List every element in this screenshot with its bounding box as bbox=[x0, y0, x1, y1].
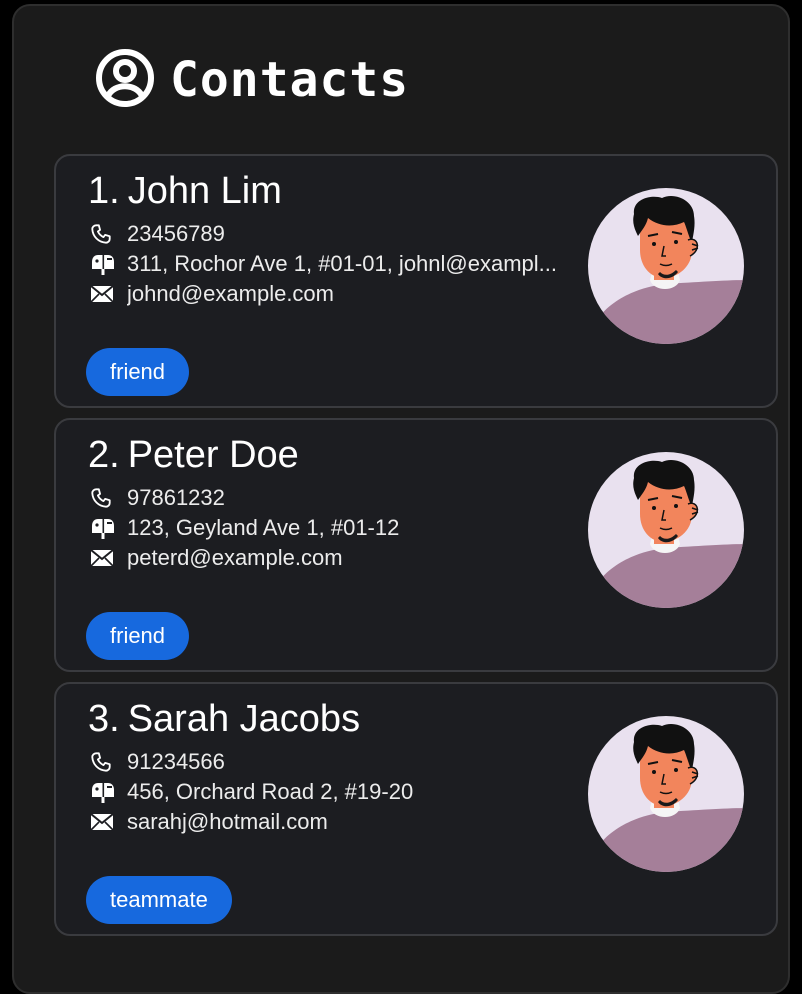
contact-index: 1. bbox=[88, 170, 120, 212]
address-text: 456, Orchard Road 2, #19-20 bbox=[127, 779, 414, 804]
contact-card[interactable]: 2. Peter Doe 97861232 123, Geyland Ave 1,… bbox=[54, 418, 778, 672]
address-text: 123, Geyland Ave 1, #01-12 bbox=[127, 515, 400, 540]
contact-name-text: John Lim bbox=[127, 170, 282, 212]
contact-name: 1. John Lim bbox=[88, 170, 282, 213]
address-row: 456, Orchard Road 2, #19-20 bbox=[90, 778, 413, 806]
phone-row: 97861232 bbox=[90, 484, 225, 512]
contact-card[interactable]: 1. John Lim 23456789 311, Rochor Ave 1, #… bbox=[54, 154, 778, 408]
contacts-panel: Contacts 1. John Lim 23456789 311, Rochor… bbox=[12, 4, 790, 994]
email-text: peterd@example.com bbox=[127, 545, 343, 570]
address-row: 123, Geyland Ave 1, #01-12 bbox=[90, 514, 399, 542]
avatar bbox=[588, 716, 744, 872]
contact-name: 3. Sarah Jacobs bbox=[88, 698, 360, 741]
contact-name-text: Sarah Jacobs bbox=[127, 698, 361, 740]
phone-row: 91234566 bbox=[90, 748, 225, 776]
phone-icon bbox=[90, 222, 116, 246]
email-row: peterd@example.com bbox=[90, 544, 343, 572]
address-text: 311, Rochor Ave 1, #01-01, johnl@exampl.… bbox=[127, 251, 557, 276]
contact-index: 2. bbox=[88, 434, 120, 476]
contact-card[interactable]: 3. Sarah Jacobs 91234566 456, Orchard Roa… bbox=[54, 682, 778, 936]
tag-badge: teammate bbox=[86, 876, 232, 924]
mailbox-icon bbox=[90, 516, 116, 540]
page-title: Contacts bbox=[170, 52, 410, 108]
tag-badge: friend bbox=[86, 612, 190, 660]
tag-badge: friend bbox=[86, 348, 190, 396]
email-row: johnd@example.com bbox=[90, 280, 334, 308]
envelope-icon bbox=[90, 810, 116, 834]
phone-row: 23456789 bbox=[90, 220, 225, 248]
phone-icon bbox=[90, 750, 116, 774]
contact-index: 3. bbox=[88, 698, 120, 740]
phone-text: 23456789 bbox=[127, 221, 225, 246]
avatar bbox=[588, 188, 744, 344]
envelope-icon bbox=[90, 282, 116, 306]
header: Contacts bbox=[94, 48, 410, 110]
contact-name: 2. Peter Doe bbox=[88, 434, 299, 477]
user-circle-icon bbox=[94, 47, 156, 114]
mailbox-icon bbox=[90, 780, 116, 804]
email-row: sarahj@hotmail.com bbox=[90, 808, 328, 836]
avatar bbox=[588, 452, 744, 608]
mailbox-icon bbox=[90, 252, 116, 276]
phone-text: 97861232 bbox=[127, 485, 225, 510]
email-text: johnd@example.com bbox=[127, 281, 334, 306]
contact-name-text: Peter Doe bbox=[127, 434, 299, 476]
address-row: 311, Rochor Ave 1, #01-01, johnl@exampl.… bbox=[90, 250, 557, 278]
phone-text: 91234566 bbox=[127, 749, 225, 774]
envelope-icon bbox=[90, 546, 116, 570]
email-text: sarahj@hotmail.com bbox=[127, 809, 328, 834]
phone-icon bbox=[90, 486, 116, 510]
